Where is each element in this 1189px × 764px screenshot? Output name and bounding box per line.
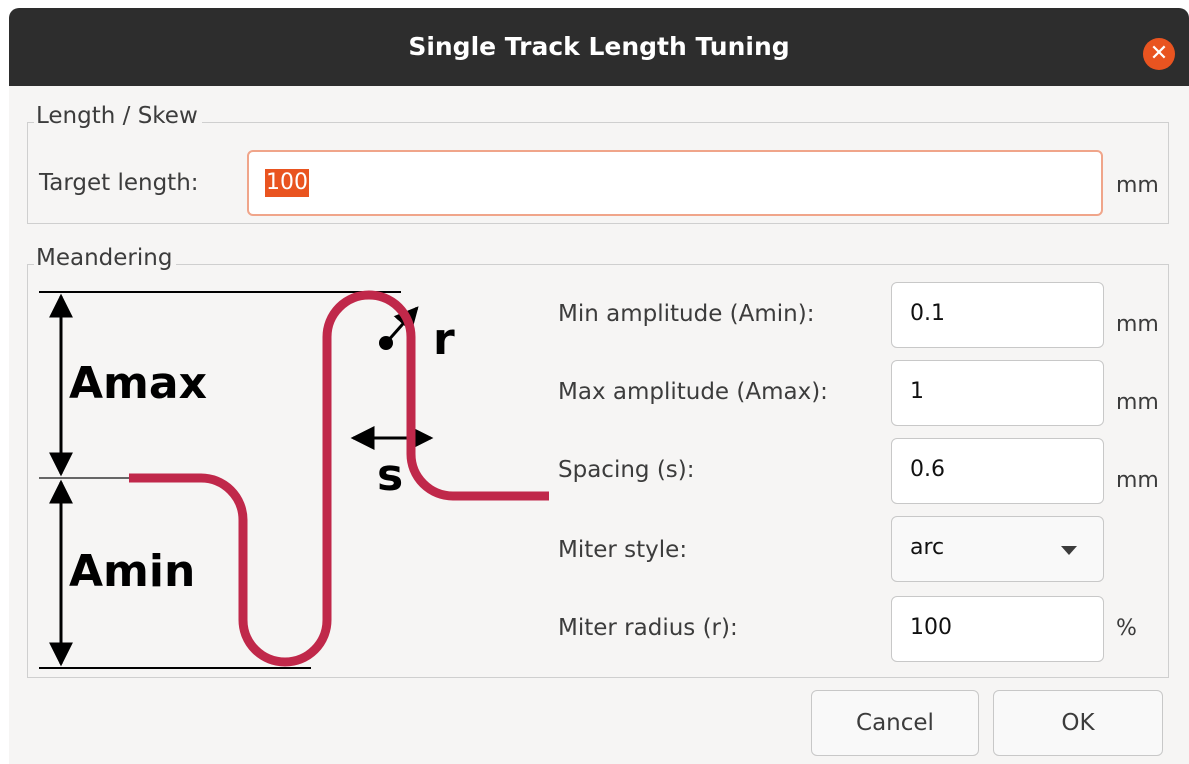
max-amplitude-input[interactable]: 1 xyxy=(891,360,1104,426)
ok-button[interactable]: OK xyxy=(993,690,1163,756)
meander-track xyxy=(129,290,549,667)
min-amplitude-label: Min amplitude (Amin): xyxy=(558,301,815,327)
miter-radius-value: 100 xyxy=(910,615,952,640)
miter-radius-label: Miter radius (r): xyxy=(558,615,738,641)
min-amplitude-value: 0.1 xyxy=(910,301,945,326)
dialog-content: Length / Skew Target length: 100 mm Mean… xyxy=(9,86,1189,764)
spacing-label: Spacing (s): xyxy=(558,457,695,483)
max-amplitude-value: 1 xyxy=(910,379,924,404)
max-amplitude-unit: mm xyxy=(1116,390,1159,415)
miter-style-label: Miter style: xyxy=(558,537,688,563)
target-length-label: Target length: xyxy=(39,170,199,196)
min-amplitude-unit: mm xyxy=(1116,312,1159,337)
target-length-unit: mm xyxy=(1116,173,1159,198)
meander-diagram: Amax Amin r s xyxy=(39,290,549,669)
cancel-button[interactable]: Cancel xyxy=(811,690,979,756)
miter-radius-unit: % xyxy=(1116,616,1137,641)
window-title: Single Track Length Tuning xyxy=(408,32,790,61)
miter-style-value: arc xyxy=(910,535,945,560)
target-length-value: 100 xyxy=(265,169,309,197)
min-amplitude-input[interactable]: 0.1 xyxy=(891,282,1104,348)
chevron-down-icon xyxy=(1061,546,1077,555)
spacing-input[interactable]: 0.6 xyxy=(891,438,1104,504)
close-icon[interactable]: ✕ xyxy=(1143,38,1175,70)
amin-diagram-label: Amin xyxy=(69,546,195,597)
target-length-input[interactable]: 100 xyxy=(247,150,1103,216)
title-bar: Single Track Length Tuning ✕ xyxy=(9,8,1189,86)
amax-diagram-label: Amax xyxy=(69,358,207,409)
miter-style-select[interactable]: arc xyxy=(891,516,1104,582)
length-skew-group-label: Length / Skew xyxy=(34,103,202,129)
spacing-unit: mm xyxy=(1116,468,1159,493)
meandering-group-label: Meandering xyxy=(34,245,177,271)
radius-diagram-label: r xyxy=(433,314,455,365)
miter-radius-input[interactable]: 100 xyxy=(891,596,1104,662)
spacing-value: 0.6 xyxy=(910,457,945,482)
spacing-diagram-label: s xyxy=(377,450,403,501)
max-amplitude-label: Max amplitude (Amax): xyxy=(558,379,828,405)
